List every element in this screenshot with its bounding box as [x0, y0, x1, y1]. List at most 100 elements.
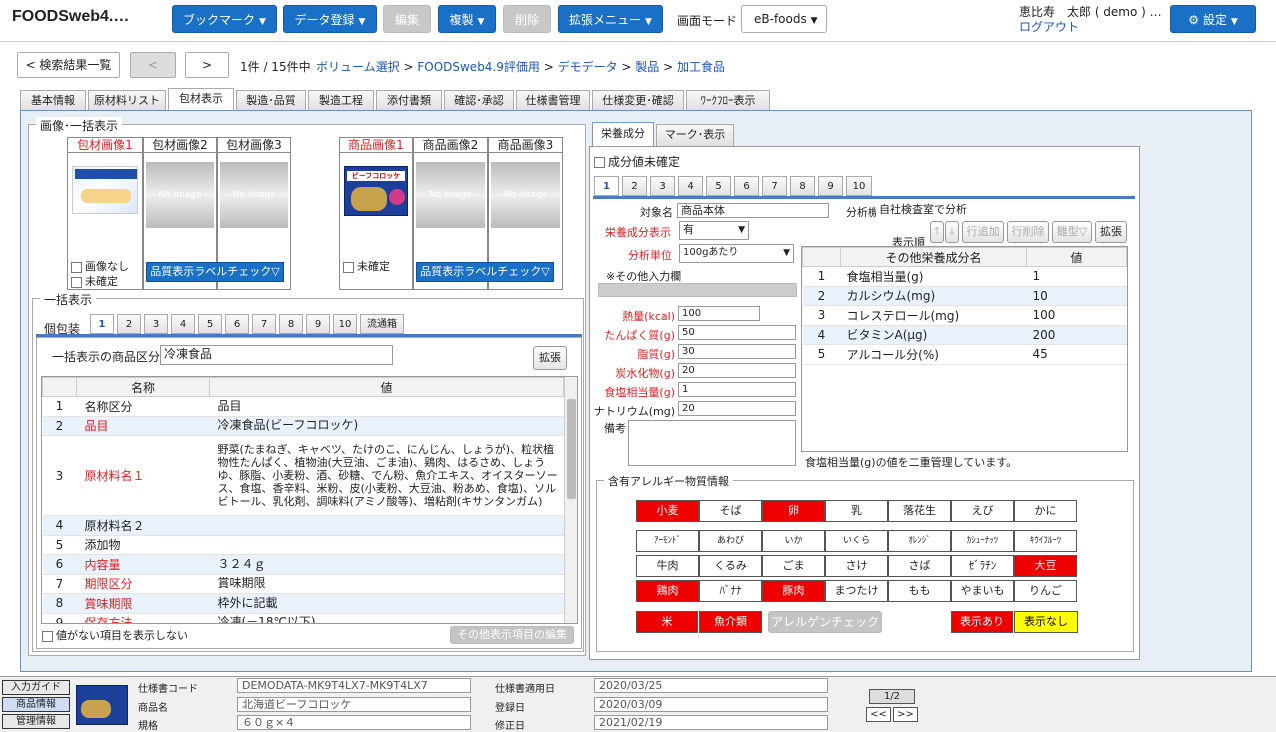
other-input-field[interactable]	[598, 283, 797, 297]
nutrient-input[interactable]: 20	[678, 363, 796, 378]
breadcrumb-item[interactable]: 加工食品	[677, 60, 725, 74]
allergen-toggle[interactable]: いか	[762, 530, 825, 552]
allergen-toggle[interactable]: やまいも	[951, 580, 1014, 602]
table-row[interactable]: 9 保存方法 冷凍(－18℃以下)	[42, 613, 564, 623]
table-row[interactable]: 8 賞味期限 枠外に記載	[42, 593, 564, 614]
allergen-toggle[interactable]: くるみ	[699, 555, 762, 577]
breadcrumb-item[interactable]: ボリューム選択	[316, 60, 400, 74]
tab-workflow[interactable]: ﾜｰｸﾌﾛｰ表示	[686, 90, 770, 110]
row-add-button[interactable]: 行追加	[962, 221, 1004, 243]
show-no-button[interactable]: 表示なし	[1014, 611, 1078, 633]
nutrition-tab-2[interactable]: 2	[622, 176, 647, 196]
allergen-toggle[interactable]: 大豆	[1014, 555, 1077, 577]
allergen-toggle[interactable]: さば	[888, 555, 951, 577]
scrollbar-thumb[interactable]	[567, 399, 576, 499]
table-row[interactable]: 1 名称区分 品目	[42, 396, 564, 417]
edit-button[interactable]: 編集	[383, 5, 431, 33]
allergen-toggle[interactable]: 小麦	[636, 500, 699, 522]
tab-basic-info[interactable]: 基本情報	[20, 90, 86, 110]
col-header-name[interactable]: 名称	[76, 377, 210, 397]
product-info-button[interactable]: 商品情報	[2, 697, 70, 712]
nutrition-expand-button[interactable]: 拡張	[1095, 221, 1127, 243]
table-row[interactable]: 5 アルコール分(%) 45	[802, 344, 1127, 365]
bulk-tab-5[interactable]: 5	[198, 314, 222, 334]
row-value[interactable]: 200	[1026, 325, 1127, 345]
allergen-toggle[interactable]: まつたけ	[825, 580, 888, 602]
col-header-other-value[interactable]: 値	[1026, 247, 1127, 267]
tab-nutrition[interactable]: 栄養成分	[592, 122, 654, 146]
tab-manufacturing-process[interactable]: 製造工程	[308, 90, 374, 110]
row-value[interactable]: 野菜(たまねぎ、キャベツ、たけのこ、にんじん、しょうが)、粒状植物性たんぱく、植…	[209, 435, 564, 516]
row-value[interactable]: 品目	[209, 396, 564, 417]
breadcrumb-item[interactable]: FOODSweb4.9評価用	[417, 60, 540, 74]
ext-menu-button[interactable]: 拡張メニュー ▼	[558, 5, 663, 33]
prod-label-check-button[interactable]: 品質表示ラベルチェック▽	[416, 262, 554, 282]
allergen-toggle[interactable]: 牛肉	[636, 555, 699, 577]
tab-mark-display[interactable]: マーク･表示	[656, 124, 734, 146]
tab-material-list[interactable]: 原材料リスト	[88, 90, 166, 110]
memo-textarea[interactable]	[628, 420, 796, 466]
nutrient-input[interactable]: 30	[678, 344, 796, 359]
unit-select[interactable]: 100gあたり ▼	[679, 244, 794, 263]
allergy-rice[interactable]: 米	[636, 611, 698, 633]
bulk-tab-9[interactable]: 9	[306, 314, 330, 334]
tab-spec-management[interactable]: 仕様書管理	[516, 90, 590, 110]
management-info-button[interactable]: 管理情報	[2, 714, 70, 729]
nutrition-tab-5[interactable]: 5	[706, 176, 731, 196]
bulk-tab-7[interactable]: 7	[252, 314, 276, 334]
tab-packaging[interactable]: 包材表示	[168, 88, 234, 110]
allergen-toggle[interactable]: りんご	[1014, 580, 1077, 602]
bulk-expand-button[interactable]: 拡張	[533, 346, 567, 370]
allergen-toggle[interactable]: 豚肉	[762, 580, 825, 602]
scrollbar[interactable]	[564, 377, 577, 623]
table-row[interactable]: 2 カルシウム(mg) 10	[802, 286, 1127, 306]
allergen-toggle[interactable]: ﾊﾞﾅﾅ	[699, 580, 762, 602]
nutrition-tab-1[interactable]: 1	[594, 176, 619, 196]
prod-unconfirmed-checkbox[interactable]: 未確定	[343, 258, 390, 274]
nutrition-tab-8[interactable]: 8	[790, 176, 815, 196]
row-value[interactable]: ３２４ｇ	[209, 554, 564, 575]
bulk-tab-8[interactable]: 8	[279, 314, 303, 334]
copy-button[interactable]: 複製 ▼	[438, 5, 496, 33]
allergen-toggle[interactable]: いくら	[825, 530, 888, 552]
table-row[interactable]: 4 ビタミンA(μg) 200	[802, 325, 1127, 345]
nutrient-input[interactable]: 20	[678, 401, 796, 416]
next-record-button[interactable]: >	[185, 52, 229, 78]
prev-record-button[interactable]: <	[130, 52, 176, 78]
row-delete-button[interactable]: 行削除	[1007, 221, 1049, 243]
table-row[interactable]: 3 コレステロール(mg) 100	[802, 305, 1127, 326]
app-title[interactable]: FOODSweb4.…	[12, 8, 129, 26]
move-up-button[interactable]: ↑	[930, 221, 944, 243]
allergen-toggle[interactable]: ｾﾞﾗﾁﾝ	[951, 555, 1014, 577]
mode-select[interactable]: eB-foods ▼	[741, 5, 827, 33]
nutrition-tab-10[interactable]: 10	[846, 176, 872, 196]
table-row[interactable]: 2 品目 冷凍食品(ビーフコロッケ)	[42, 416, 564, 436]
settings-button[interactable]: ⚙ 設定 ▼	[1170, 5, 1256, 33]
data-register-button[interactable]: データ登録 ▼	[283, 5, 377, 33]
logout-link[interactable]: ログアウト	[1019, 18, 1079, 35]
allergen-toggle[interactable]: 鶏肉	[636, 580, 699, 602]
allergy-seafood[interactable]: 魚介類	[699, 611, 762, 633]
nutrient-input[interactable]: 1	[678, 382, 796, 397]
table-row[interactable]: 3 原材料名１ 野菜(たまねぎ、キャベツ、たけのこ、にんじん、しょうが)、粒状植物性…	[42, 435, 564, 516]
allergen-toggle[interactable]: かに	[1014, 500, 1077, 522]
nutrition-tab-9[interactable]: 9	[818, 176, 843, 196]
footer-next-button[interactable]: >>	[893, 707, 918, 722]
row-value[interactable]	[209, 535, 564, 555]
row-value[interactable]: 冷凍(－18℃以下)	[209, 613, 564, 623]
tab-spec-change[interactable]: 仕様変更･確認	[592, 90, 684, 110]
move-down-button[interactable]: ↓	[945, 221, 959, 243]
target-input[interactable]: 商品本体	[677, 203, 829, 218]
unconfirmed-checkbox[interactable]: 成分値未確定	[594, 153, 680, 170]
row-value[interactable]: 賞味期限	[209, 574, 564, 594]
allergen-toggle[interactable]: あわび	[699, 530, 762, 552]
table-row[interactable]: 5 添加物	[42, 535, 564, 555]
bulk-tab-1[interactable]: 1	[90, 314, 114, 334]
template-button[interactable]: 雛型▽	[1052, 221, 1092, 243]
back-to-results-button[interactable]: < 検索結果一覧	[17, 52, 120, 78]
nutrition-tab-4[interactable]: 4	[678, 176, 703, 196]
table-row[interactable]: 4 原材料名２	[42, 515, 564, 536]
breadcrumb-item[interactable]: 製品	[635, 60, 659, 74]
show-yes-button[interactable]: 表示あり	[951, 611, 1013, 633]
allergen-check-button[interactable]: アレルゲンチェック	[768, 611, 882, 633]
